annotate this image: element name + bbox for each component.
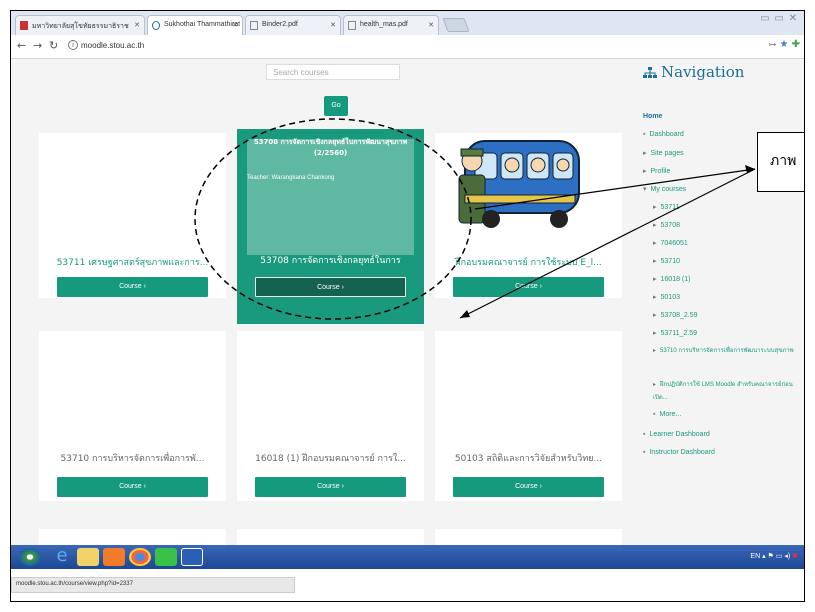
- callout-arrows: [459, 165, 756, 319]
- document-frame: มหาวิทยาลัยสุโขทัยธรรมาธิราช ✕ Sukhothai…: [10, 10, 805, 602]
